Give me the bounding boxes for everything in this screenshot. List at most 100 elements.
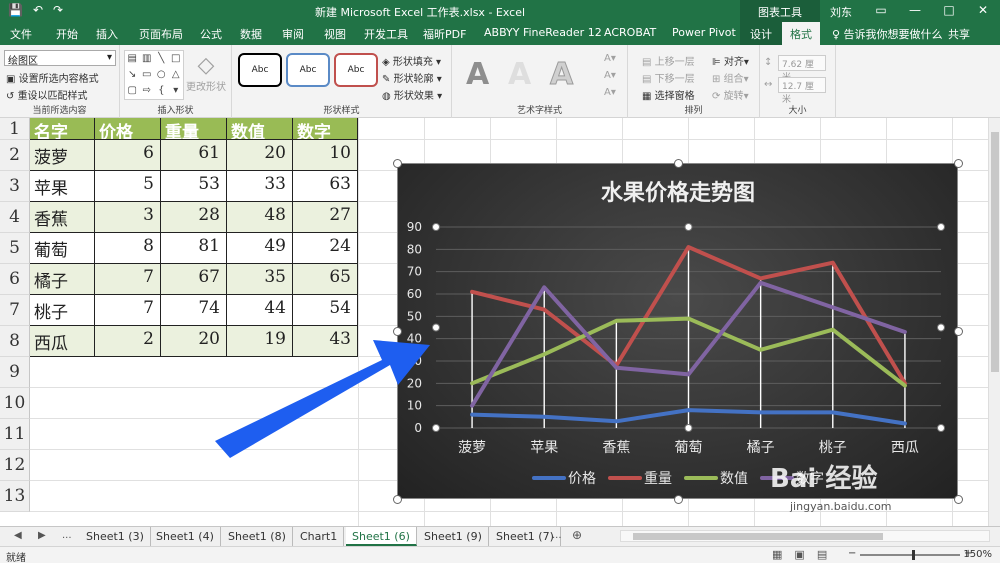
row-header[interactable]: 4	[0, 202, 30, 233]
header-cell[interactable]: 名字	[30, 118, 95, 140]
send-backward-button[interactable]: ▤ 下移一层	[642, 70, 695, 85]
text-fill-icon[interactable]: A▾	[604, 53, 616, 64]
name-cell[interactable]: 香蕉	[30, 202, 95, 233]
header-cell[interactable]: 数字	[293, 118, 358, 140]
row-header[interactable]: 3	[0, 171, 30, 202]
more-shapes-icon[interactable]: ▾	[169, 83, 184, 99]
name-cell[interactable]: 葡萄	[30, 233, 95, 264]
value-cell[interactable]: 53	[161, 171, 227, 202]
value-cell[interactable]: 6	[95, 140, 161, 171]
chart-elements-dropdown[interactable]: 绘图区 ▾	[4, 50, 116, 67]
row-header[interactable]: 1	[0, 118, 30, 140]
shape-style-black[interactable]: Abc	[238, 53, 282, 87]
resize-handle[interactable]	[673, 495, 683, 504]
text-outline-icon[interactable]: A▾	[604, 70, 616, 81]
name-cell[interactable]: 菠萝	[30, 140, 95, 171]
shape-outline-button[interactable]: ✎ 形状轮廓 ▾	[382, 70, 442, 85]
sheet-prev-icon[interactable]: ◀	[14, 530, 22, 541]
value-cell[interactable]: 33	[227, 171, 293, 202]
tab-format[interactable]: 格式	[782, 22, 820, 45]
shape-height-input[interactable]: 7.62 厘米	[778, 55, 826, 83]
value-cell[interactable]: 20	[161, 326, 227, 357]
value-cell[interactable]: 2	[95, 326, 161, 357]
maximize-button[interactable]: □	[932, 0, 966, 22]
value-cell[interactable]: 54	[293, 295, 358, 326]
row-header[interactable]: 8	[0, 326, 30, 357]
value-cell[interactable]: 20	[227, 140, 293, 171]
value-cell[interactable]: 28	[161, 202, 227, 233]
value-cell[interactable]: 67	[161, 264, 227, 295]
value-cell[interactable]: 43	[293, 326, 358, 357]
tab-page-layout[interactable]: 页面布局	[139, 26, 183, 42]
header-cell[interactable]: 价格	[95, 118, 161, 140]
row-header[interactable]: 11	[0, 419, 30, 450]
line-chart[interactable]: 水果价格走势图 0 10 20 30 40 50 60 70 80 90 菠萝 苹果 香蕉 葡萄 橘子 桃子 西瓜…	[397, 163, 958, 499]
sheet-tab[interactable]: Chart1	[294, 527, 345, 546]
value-cell[interactable]: 49	[227, 233, 293, 264]
textbox-vertical-icon[interactable]: ▥	[140, 51, 155, 67]
value-cell[interactable]: 10	[293, 140, 358, 171]
shape-style-blue[interactable]: Abc	[286, 53, 330, 87]
sheet-tab[interactable]: Sheet1 (8)	[222, 527, 293, 546]
header-cell[interactable]: 重量	[161, 118, 227, 140]
sheet-next-icon[interactable]: ▶	[38, 530, 46, 541]
resize-handle[interactable]	[393, 495, 402, 504]
value-cell[interactable]: 7	[95, 295, 161, 326]
normal-view-icon[interactable]: ▦	[772, 548, 782, 561]
format-selection-button[interactable]: ▣ 设置所选内容格式	[6, 70, 99, 85]
tab-file[interactable]: 文件	[10, 26, 32, 42]
sheet-tab[interactable]: Sheet1 (3)	[80, 527, 151, 546]
tab-design[interactable]: 设计	[750, 26, 772, 42]
close-button[interactable]: ✕	[966, 0, 1000, 22]
resize-handle[interactable]	[954, 159, 963, 168]
line-icon[interactable]: ╲	[154, 51, 169, 67]
name-cell[interactable]: 苹果	[30, 171, 95, 202]
rotate-button[interactable]: ⟳ 旋转▾	[712, 87, 749, 102]
row-header[interactable]: 5	[0, 233, 30, 264]
rounded-rect-icon[interactable]: ▢	[125, 83, 140, 99]
sheets-more-left[interactable]: ...	[62, 530, 72, 541]
tab-formulas[interactable]: 公式	[200, 26, 222, 42]
row-header[interactable]: 9	[0, 357, 30, 388]
align-button[interactable]: ⊫ 对齐▾	[712, 53, 749, 68]
wordart-style-2[interactable]: A	[508, 57, 531, 92]
row-header[interactable]: 10	[0, 388, 30, 419]
scroll-thumb[interactable]	[991, 132, 999, 372]
page-layout-view-icon[interactable]: ▣	[794, 548, 804, 561]
sheet-tab[interactable]: Sheet1 (6)	[346, 527, 417, 546]
value-cell[interactable]: 7	[95, 264, 161, 295]
tab-power-pivot[interactable]: Power Pivot	[672, 26, 736, 39]
rect-icon[interactable]: □	[169, 51, 184, 67]
row-header[interactable]: 7	[0, 295, 30, 326]
ribbon-display-icon[interactable]: ▭	[864, 0, 898, 22]
horizontal-scrollbar[interactable]	[620, 530, 990, 542]
tab-review[interactable]: 审阅	[282, 26, 304, 42]
resize-handle[interactable]	[954, 495, 963, 504]
value-cell[interactable]: 61	[161, 140, 227, 171]
shape-style-red[interactable]: Abc	[334, 53, 378, 87]
square-icon[interactable]: ▭	[140, 67, 155, 83]
page-break-view-icon[interactable]: ▤	[817, 548, 827, 561]
triangle-icon[interactable]: △	[169, 67, 184, 83]
sheet-tab[interactable]: Sheet1 (9)	[418, 527, 489, 546]
value-cell[interactable]: 44	[227, 295, 293, 326]
tell-me-search[interactable]: ♀ 告诉我你想要做什么	[832, 26, 943, 42]
tab-data[interactable]: 数据	[240, 26, 262, 42]
sheet-tab[interactable]: Sheet1 (4)	[150, 527, 221, 546]
value-cell[interactable]: 19	[227, 326, 293, 357]
add-sheet-button[interactable]: ⊕	[572, 528, 582, 542]
share-button[interactable]: 共享	[948, 26, 970, 42]
zoom-level[interactable]: 150%	[963, 549, 992, 560]
resize-handle[interactable]	[393, 327, 402, 336]
tab-insert[interactable]: 插入	[96, 26, 118, 42]
vertical-scrollbar[interactable]	[988, 118, 1000, 526]
right-arrow-icon[interactable]: ⇨	[140, 83, 155, 99]
row-header[interactable]: 6	[0, 264, 30, 295]
zoom-slider-thumb[interactable]	[912, 550, 915, 560]
value-cell[interactable]: 63	[293, 171, 358, 202]
header-cell[interactable]: 数值	[227, 118, 293, 140]
resize-handle[interactable]	[954, 327, 963, 336]
user-name[interactable]: 刘东	[830, 4, 852, 20]
value-cell[interactable]: 3	[95, 202, 161, 233]
minimize-button[interactable]: —	[898, 0, 932, 22]
